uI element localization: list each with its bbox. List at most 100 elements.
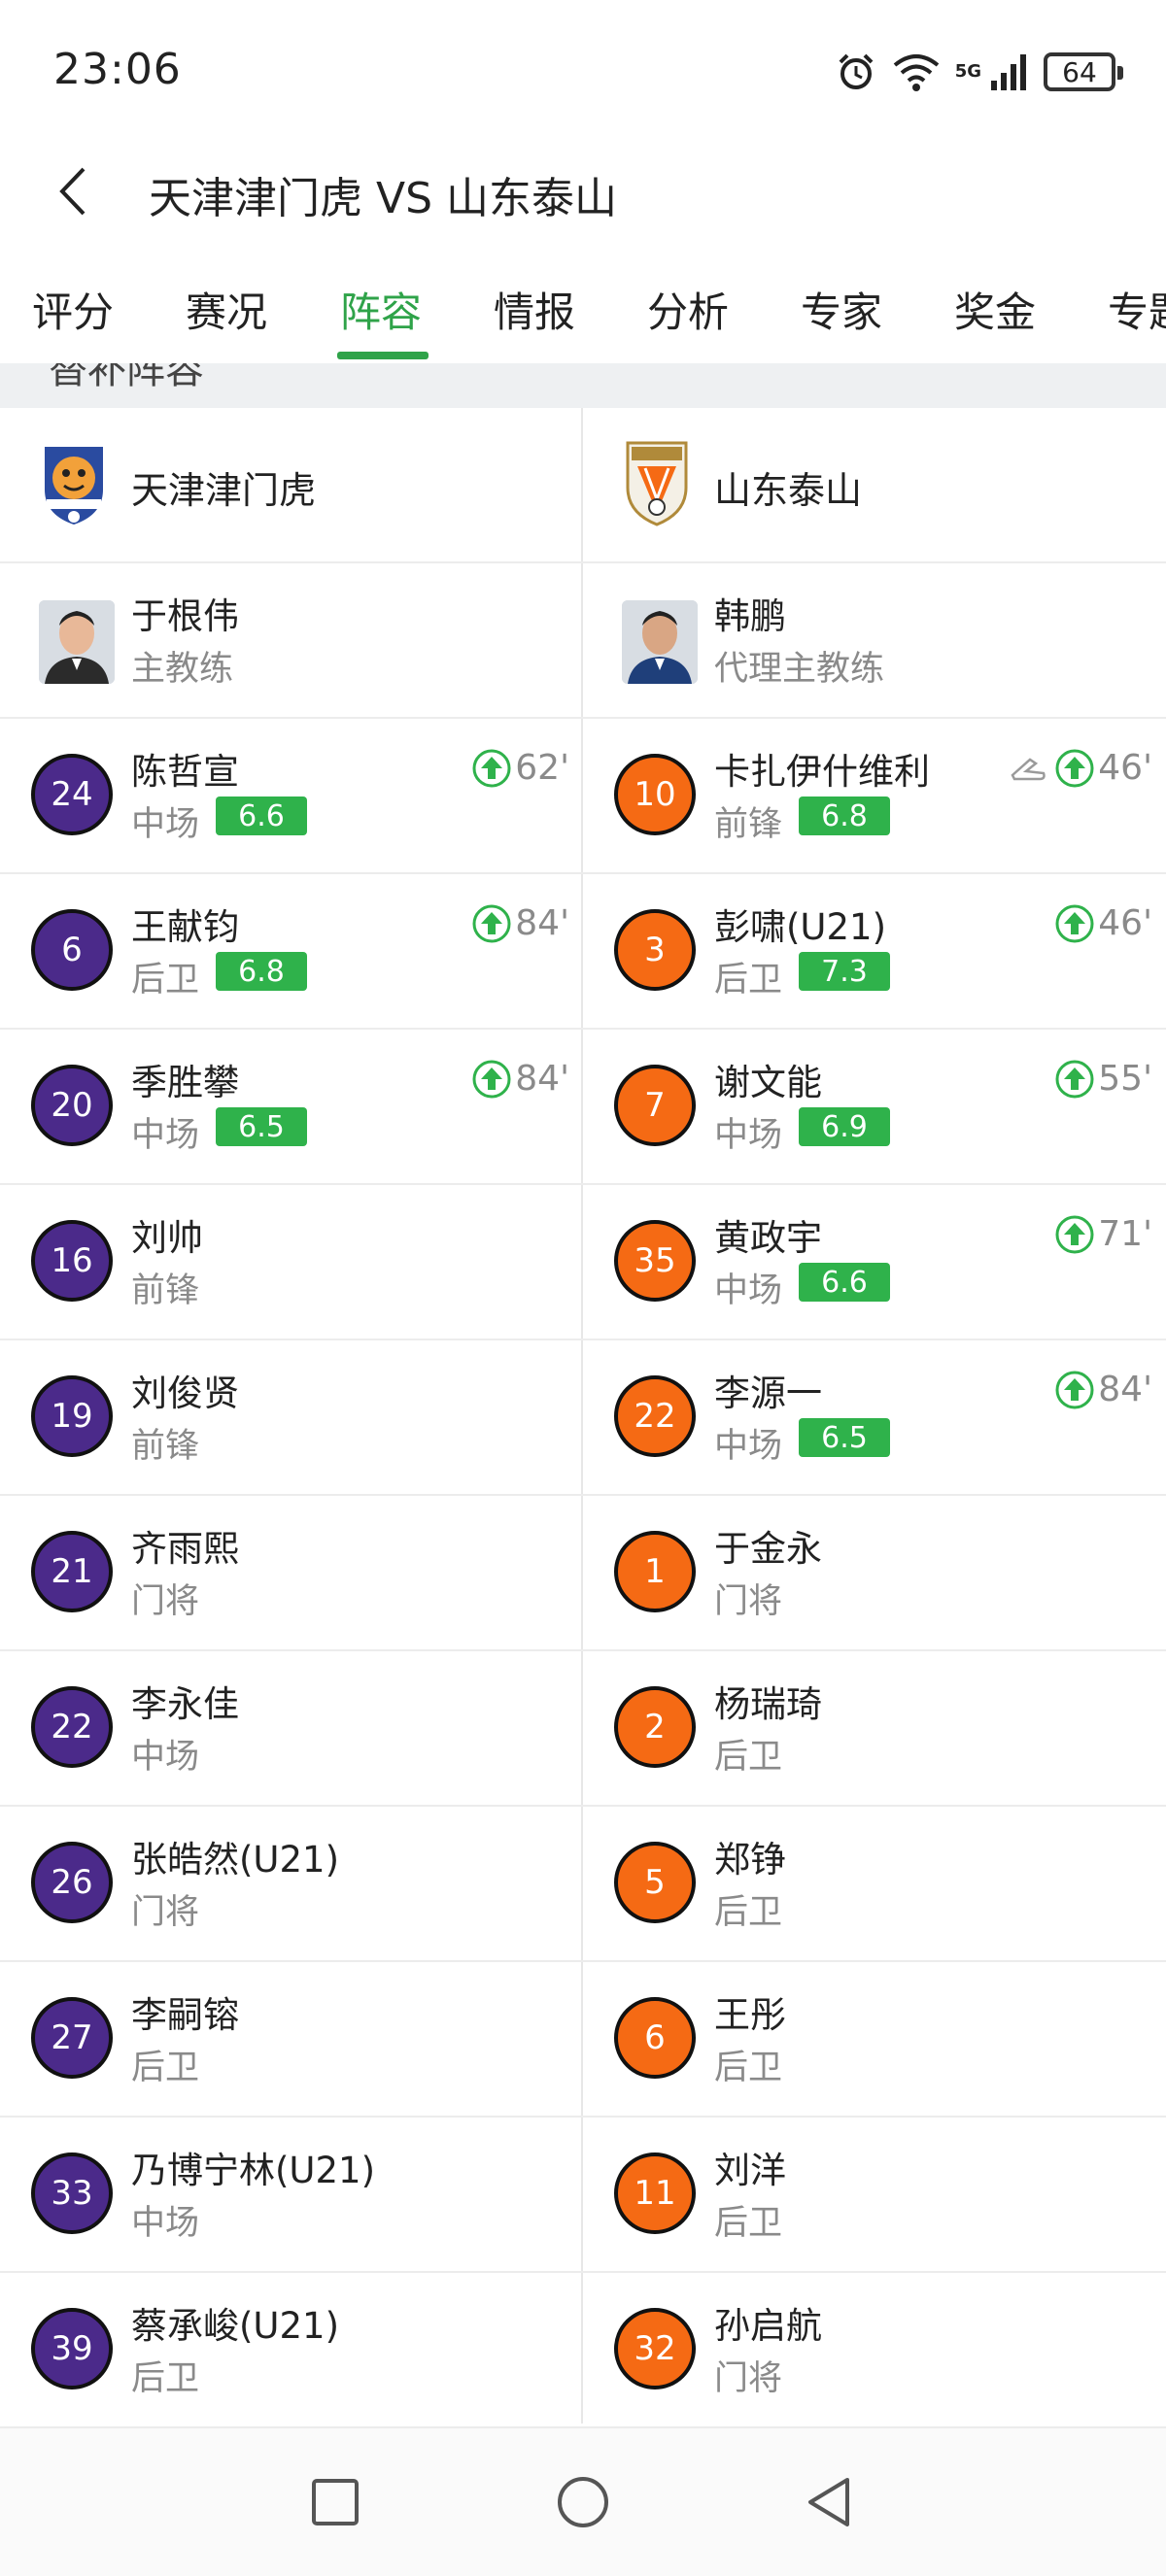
shirt-number-badge: 10 [614,754,696,835]
home-team-logo [45,447,103,525]
home-player-cell[interactable]: 39 蔡承峻(U21) 后卫 [0,2273,583,2426]
back-nav-button[interactable] [797,2471,859,2533]
home-coach-avatar [39,600,115,684]
sub-minute: 84' [515,903,569,943]
player-name: 黄政宇 [714,1217,822,1259]
team-row: 天津津门虎 山东泰山 [0,408,1166,563]
status-icons: 5G 64 [835,51,1123,93]
away-player-cell[interactable]: 7 谢文能 中场 6.9 55' [583,1030,1166,1183]
player-row: 39 蔡承峻(U21) 后卫 32 孙启航 门将 [0,2273,1166,2428]
tab-experts[interactable]: 专家 [801,280,882,339]
tab-prize[interactable]: 奖金 [954,280,1036,339]
home-player-cell[interactable]: 6 王献钧 后卫 6.8 84' [0,874,583,1028]
away-player-cell[interactable]: 1 于金永 门将 [583,1496,1166,1649]
player-rating: 6.5 [799,1418,890,1457]
home-player-cell[interactable]: 16 刘帅 前锋 [0,1185,583,1339]
section-header: 替补阵容 [0,363,1166,408]
player-rating: 6.8 [799,797,890,835]
away-coach-avatar [622,600,698,684]
home-player-cell[interactable]: 24 陈哲宣 中场 6.6 62' [0,719,583,872]
recent-apps-button[interactable] [304,2471,366,2533]
player-name: 乃博宁林(U21) [131,2150,376,2191]
away-player-cell[interactable]: 5 郑铮 后卫 [583,1807,1166,1960]
player-row: 22 李永佳 中场 2 杨瑞琦 后卫 [0,1651,1166,1807]
away-player-cell[interactable]: 35 黄政宇 中场 6.6 71' [583,1185,1166,1339]
player-position: 前锋 [131,1271,200,1310]
player-row: 20 季胜攀 中场 6.5 84' 7 谢文能 中场 6.9 55' [0,1030,1166,1185]
system-nav-bar [0,2428,1166,2576]
home-button[interactable] [552,2471,614,2533]
shirt-number-badge: 32 [614,2308,696,2390]
player-position: 中场 [131,805,200,844]
away-team-cell[interactable]: 山东泰山 [583,408,1166,561]
away-player-cell[interactable]: 32 孙启航 门将 [583,2273,1166,2426]
back-nav-icon [808,2478,849,2526]
away-player-cell[interactable]: 6 王彤 后卫 [583,1962,1166,2116]
player-name: 李嗣镕 [131,1994,239,2036]
player-rating: 6.6 [216,797,307,835]
boot-icon [1011,757,1046,780]
sub-in-icon [1055,749,1094,787]
home-player-cell[interactable]: 21 齐雨熙 门将 [0,1496,583,1649]
signal-icon [991,54,1026,90]
home-icon [558,2477,608,2527]
tab-special[interactable]: 专题 [1108,280,1166,339]
substitution-info: 84' [472,903,569,943]
player-name: 刘俊贤 [131,1373,239,1414]
player-name: 杨瑞琦 [714,1683,822,1725]
player-position: 前锋 [131,1427,200,1466]
active-tab-indicator [337,352,429,359]
home-player-cell[interactable]: 27 李嗣镕 后卫 [0,1962,583,2116]
player-position: 中场 [714,1116,783,1155]
status-bar: 23:06 5G 64 [0,0,1166,146]
player-row: 24 陈哲宣 中场 6.6 62' 10 卡扎伊什维利 前锋 6.8 46' [0,719,1166,874]
tab-lineup[interactable]: 阵容 [340,280,422,339]
home-player-cell[interactable]: 20 季胜攀 中场 6.5 84' [0,1030,583,1183]
player-position: 后卫 [714,2204,783,2243]
home-team-cell[interactable]: 天津津门虎 [0,408,583,561]
player-position: 门将 [131,1582,200,1621]
substitution-info: 62' [472,748,569,788]
away-player-cell[interactable]: 22 李源一 中场 6.5 84' [583,1340,1166,1494]
home-player-cell[interactable]: 26 张皓然(U21) 门将 [0,1807,583,1960]
substitution-info: 46' [1055,903,1152,943]
away-player-cell[interactable]: 11 刘洋 后卫 [583,2118,1166,2271]
sub-in-icon [472,1060,511,1098]
away-team-name: 山东泰山 [714,469,863,512]
sub-in-icon [1055,904,1094,942]
shirt-number-badge: 26 [31,1842,113,1923]
shirt-number-badge: 6 [31,909,113,991]
away-player-cell[interactable]: 10 卡扎伊什维利 前锋 6.8 46' [583,719,1166,872]
home-player-cell[interactable]: 22 李永佳 中场 [0,1651,583,1805]
sub-minute: 84' [515,1059,569,1099]
player-name: 王彤 [714,1994,786,2036]
shirt-number-badge: 2 [614,1686,696,1768]
recent-apps-icon [312,2479,359,2525]
page-title: 天津津门虎 VS 山东泰山 [149,174,618,223]
tab-analysis[interactable]: 分析 [647,280,729,339]
tab-intel[interactable]: 情报 [494,280,575,339]
shirt-number-badge: 16 [31,1220,113,1302]
away-player-cell[interactable]: 3 彭啸(U21) 后卫 7.3 46' [583,874,1166,1028]
player-name: 蔡承峻(U21) [131,2305,340,2347]
away-coach-cell[interactable]: 韩鹏 代理主教练 [583,563,1166,717]
player-name: 郑铮 [714,1839,786,1881]
shirt-number-badge: 21 [31,1531,113,1612]
shirt-number-badge: 35 [614,1220,696,1302]
player-name: 陈哲宣 [131,751,239,793]
away-coach-name: 韩鹏 [714,595,786,637]
substitution-info: 55' [1055,1059,1152,1099]
tab-live[interactable]: 赛况 [186,280,267,339]
away-player-cell[interactable]: 2 杨瑞琦 后卫 [583,1651,1166,1805]
player-position: 后卫 [714,961,783,1000]
home-player-cell[interactable]: 33 乃博宁林(U21) 中场 [0,2118,583,2271]
player-position: 中场 [131,2204,200,2243]
home-coach-cell[interactable]: 于根伟 主教练 [0,563,583,717]
home-player-cell[interactable]: 19 刘俊贤 前锋 [0,1340,583,1494]
player-row: 16 刘帅 前锋 35 黄政宇 中场 6.6 71' [0,1185,1166,1340]
tab-rating[interactable]: 评分 [32,280,114,339]
back-button[interactable] [49,157,97,225]
sub-minute: 55' [1098,1059,1152,1099]
player-rating: 6.5 [216,1107,307,1146]
status-time: 23:06 [53,45,182,94]
